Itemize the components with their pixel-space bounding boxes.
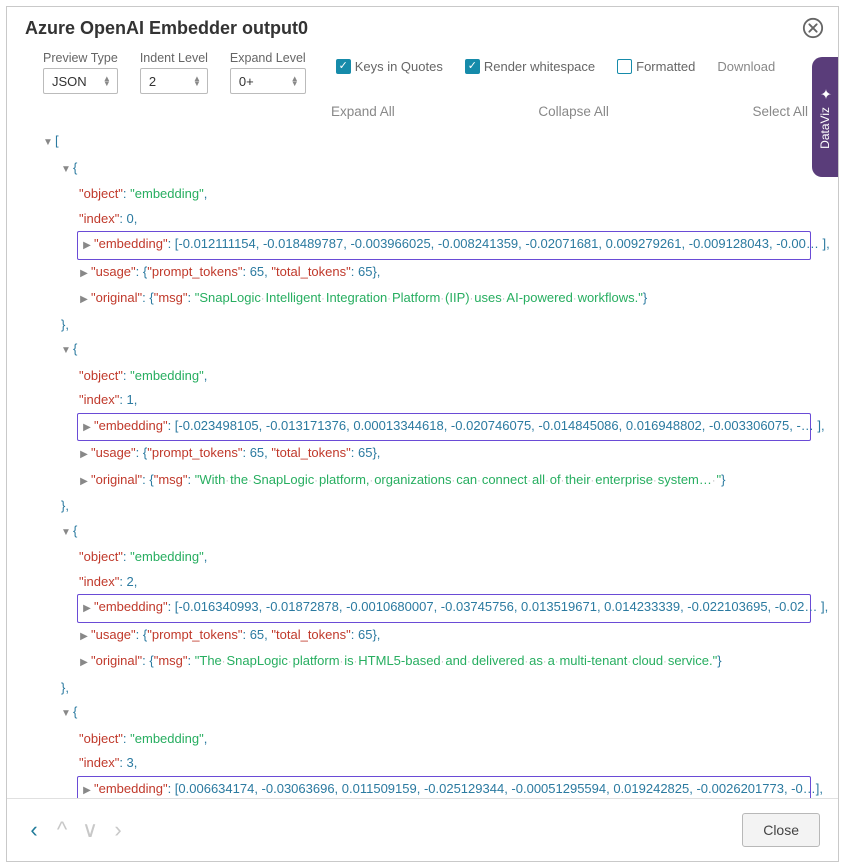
expand-level-select[interactable]: 0+ ▲▼ xyxy=(230,68,306,94)
side-tab-dataviz[interactable]: DataViz ✦ xyxy=(812,57,838,177)
indent-level-select[interactable]: 2 ▲▼ xyxy=(140,68,208,94)
toggle-icon[interactable] xyxy=(61,158,71,183)
expand-level-label: Expand Level xyxy=(230,51,306,65)
footer: ‹ ^ ∨ › Close xyxy=(7,798,838,861)
embedding-row[interactable]: "embedding": [0.006634174, -0.03063696, … xyxy=(77,776,811,799)
download-link[interactable]: Download xyxy=(717,59,775,74)
preview-type-select[interactable]: JSON ▲▼ xyxy=(43,68,118,94)
checkbox-on-icon: ✓ xyxy=(336,59,351,74)
select-all-link[interactable]: Select All xyxy=(752,104,808,119)
toolbar-row-2: Expand All Collapse All Select All xyxy=(7,96,838,129)
page-next-icon[interactable]: › xyxy=(109,821,127,839)
expand-all-link[interactable]: Expand All xyxy=(331,104,395,119)
page-up-icon[interactable]: ^ xyxy=(53,821,71,839)
toggle-icon[interactable] xyxy=(82,234,92,259)
toolbar-row-1: Preview Type JSON ▲▼ Indent Level 2 ▲▼ E… xyxy=(7,45,838,96)
toggle-icon[interactable] xyxy=(79,262,89,287)
toggle-icon[interactable] xyxy=(82,416,92,441)
collapse-all-link[interactable]: Collapse All xyxy=(538,104,609,119)
page-first-icon[interactable]: ‹ xyxy=(25,821,43,839)
toggle-icon[interactable] xyxy=(79,443,89,468)
spinner-icon: ▲▼ xyxy=(291,76,299,86)
embedding-row[interactable]: "embedding": [-0.016340993, -0.01872878,… xyxy=(77,594,811,623)
titlebar: Azure OpenAI Embedder output0 xyxy=(7,7,838,45)
toggle-icon[interactable] xyxy=(61,339,71,364)
pager: ‹ ^ ∨ › xyxy=(25,821,127,839)
spinner-icon: ▲▼ xyxy=(103,76,111,86)
dialog-title: Azure OpenAI Embedder output0 xyxy=(25,18,802,39)
toggle-icon[interactable] xyxy=(82,779,92,799)
page-down-icon[interactable]: ∨ xyxy=(81,821,99,839)
sparkle-icon: ✦ xyxy=(817,85,833,101)
keys-in-quotes-checkbox[interactable]: ✓ Keys in Quotes xyxy=(336,59,443,74)
close-icon[interactable] xyxy=(802,17,824,39)
toggle-icon[interactable] xyxy=(79,288,89,313)
checkbox-off-icon xyxy=(617,59,632,74)
spinner-icon: ▲▼ xyxy=(193,76,201,86)
checkbox-on-icon: ✓ xyxy=(465,59,480,74)
side-tab-label: DataViz xyxy=(818,107,832,149)
preview-type-label: Preview Type xyxy=(43,51,118,65)
close-button[interactable]: Close xyxy=(742,813,820,847)
toggle-icon[interactable] xyxy=(79,470,89,495)
toggle-icon[interactable] xyxy=(82,597,92,622)
toggle-icon[interactable] xyxy=(79,651,89,676)
dialog: Azure OpenAI Embedder output0 DataViz ✦ … xyxy=(6,6,839,862)
toggle-icon[interactable] xyxy=(79,625,89,650)
toggle-icon[interactable] xyxy=(61,521,71,546)
formatted-checkbox[interactable]: Formatted xyxy=(617,59,695,74)
embedding-row[interactable]: "embedding": [-0.023498105, -0.013171376… xyxy=(77,413,811,442)
toggle-icon[interactable] xyxy=(43,131,53,156)
render-whitespace-checkbox[interactable]: ✓ Render whitespace xyxy=(465,59,595,74)
json-viewer[interactable]: [{"object": "embedding","index": 0,"embe… xyxy=(7,129,838,798)
indent-level-label: Indent Level xyxy=(140,51,208,65)
embedding-row[interactable]: "embedding": [-0.012111154, -0.018489787… xyxy=(77,231,811,260)
toggle-icon[interactable] xyxy=(61,702,71,727)
